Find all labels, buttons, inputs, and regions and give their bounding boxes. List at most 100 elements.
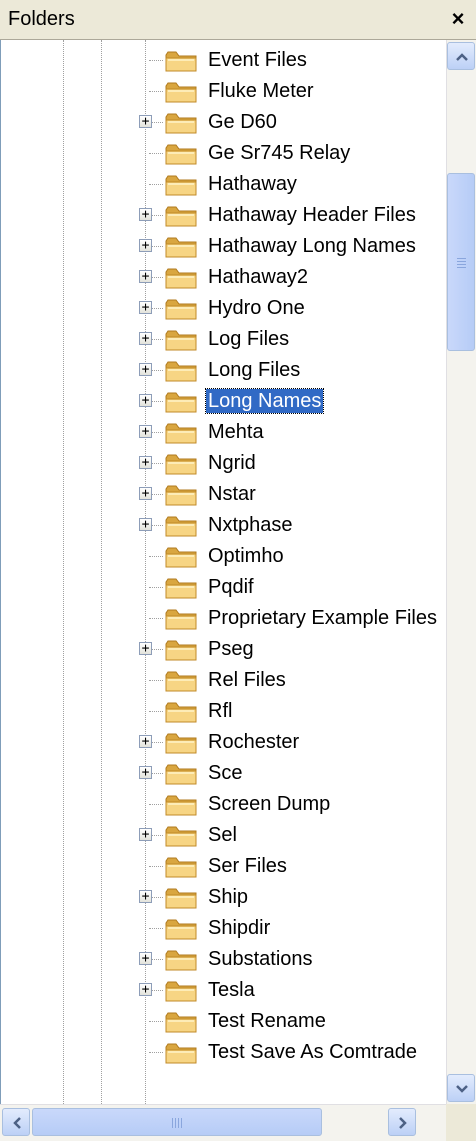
tree-item[interactable]: Pqdif (1, 572, 446, 603)
tree-item[interactable]: + Ngrid (1, 448, 446, 479)
folder-tree[interactable]: Event Files Fluke Meter + Ge D60 Ge Sr745 Re… (0, 40, 446, 1104)
tree-item[interactable]: + Nxtphase (1, 510, 446, 541)
tree-item[interactable]: + Hydro One (1, 293, 446, 324)
folder-icon (165, 826, 197, 847)
expand-icon[interactable]: + (139, 332, 152, 345)
expand-icon[interactable]: + (139, 270, 152, 283)
expand-icon[interactable]: + (139, 115, 152, 128)
expand-icon[interactable]: + (139, 890, 152, 903)
folder-label: Mehta (208, 421, 264, 443)
tree-item[interactable]: Proprietary Example Files (1, 603, 446, 634)
folder-icon (165, 392, 197, 413)
folder-label: Ser Files (208, 855, 287, 877)
expand-icon[interactable]: + (139, 301, 152, 314)
horizontal-scroll-thumb[interactable] (32, 1108, 322, 1136)
folder-icon (165, 268, 197, 289)
tree-item[interactable]: + Hathaway Long Names (1, 231, 446, 262)
tree-item[interactable]: + Long Names (1, 386, 446, 417)
folder-label: Test Save As Comtrade (208, 1041, 417, 1063)
scroll-down-arrow-icon (456, 1085, 468, 1093)
expand-icon[interactable]: + (139, 518, 152, 531)
vertical-scroll-thumb[interactable] (447, 173, 475, 351)
folder-label: Pqdif (208, 576, 254, 598)
scroll-down-button[interactable] (447, 1074, 475, 1102)
expand-icon[interactable]: + (139, 487, 152, 500)
vertical-scrollbar[interactable] (446, 40, 476, 1104)
expand-icon[interactable]: + (139, 983, 152, 996)
tree-item[interactable]: + Nstar (1, 479, 446, 510)
expand-icon[interactable]: + (139, 735, 152, 748)
tree-item[interactable]: + Log Files (1, 324, 446, 355)
tree-item[interactable]: + Hathaway Header Files (1, 200, 446, 231)
expand-icon[interactable]: + (139, 425, 152, 438)
close-icon[interactable]: × (446, 6, 470, 32)
thumb-grip (457, 267, 466, 268)
expand-icon[interactable]: + (139, 952, 152, 965)
folder-icon (165, 361, 197, 382)
tree-item[interactable]: Test Rename (1, 1006, 446, 1037)
folder-label: Optimho (208, 545, 284, 567)
folder-icon (165, 454, 197, 475)
scroll-up-arrow-icon (456, 53, 468, 61)
tree-item[interactable]: + Ge D60 (1, 107, 446, 138)
folder-label: Substations (208, 948, 313, 970)
expand-icon[interactable]: + (139, 239, 152, 252)
tree-item[interactable]: Rel Files (1, 665, 446, 696)
horizontal-scrollbar[interactable] (0, 1104, 446, 1141)
folder-label: Sel (208, 824, 237, 846)
tree-item[interactable]: + Substations (1, 944, 446, 975)
folder-label: Event Files (208, 49, 307, 71)
folder-icon (165, 299, 197, 320)
pane-title: Folders (8, 8, 75, 30)
tree-item[interactable]: Rfl (1, 696, 446, 727)
scroll-left-button[interactable] (2, 1108, 30, 1136)
folder-icon (165, 764, 197, 785)
tree-item[interactable]: + Mehta (1, 417, 446, 448)
scroll-right-button[interactable] (388, 1108, 416, 1136)
tree-item[interactable]: Ser Files (1, 851, 446, 882)
folder-icon (165, 113, 197, 134)
tree-item[interactable]: Shipdir (1, 913, 446, 944)
expand-icon[interactable]: + (139, 766, 152, 779)
folders-pane: Folders × Event Files Fluke Meter + Ge D60 G… (0, 0, 476, 1141)
tree-item[interactable]: + Tesla (1, 975, 446, 1006)
folder-icon (165, 671, 197, 692)
tree-connector-line (149, 91, 163, 92)
expand-icon[interactable]: + (139, 394, 152, 407)
expand-icon[interactable]: + (139, 208, 152, 221)
folder-label: Proprietary Example Files (208, 607, 437, 629)
expand-icon[interactable]: + (139, 642, 152, 655)
tree-item[interactable]: Screen Dump (1, 789, 446, 820)
tree-item[interactable]: Ge Sr745 Relay (1, 138, 446, 169)
tree-item[interactable]: Hathaway (1, 169, 446, 200)
thumb-grip (457, 261, 466, 262)
folder-icon (165, 1043, 197, 1064)
tree-item[interactable]: Optimho (1, 541, 446, 572)
scroll-up-button[interactable] (447, 42, 475, 70)
folder-label: Hathaway2 (208, 266, 309, 288)
tree-connector-line (149, 618, 163, 619)
tree-item[interactable]: Test Save As Comtrade (1, 1037, 446, 1068)
tree-item[interactable]: + Sce (1, 758, 446, 789)
folder-icon (165, 950, 197, 971)
tree-item[interactable]: + Sel (1, 820, 446, 851)
tree-item[interactable]: + Rochester (1, 727, 446, 758)
expand-icon[interactable]: + (139, 456, 152, 469)
tree-item[interactable]: + Hathaway2 (1, 262, 446, 293)
expand-icon[interactable]: + (139, 363, 152, 376)
tree-item[interactable]: + Ship (1, 882, 446, 913)
tree-item[interactable]: Event Files (1, 45, 446, 76)
folder-icon (165, 423, 197, 444)
expand-icon[interactable]: + (139, 828, 152, 841)
selected-folder-label: Long Names (204, 388, 325, 414)
tree-connector-line (149, 680, 163, 681)
folder-label: Ship (208, 886, 249, 908)
tree-item[interactable]: Fluke Meter (1, 76, 446, 107)
folder-icon (165, 795, 197, 816)
tree-item[interactable]: + Pseg (1, 634, 446, 665)
tree-item[interactable]: + Long Files (1, 355, 446, 386)
folder-label: Rochester (208, 731, 300, 753)
folder-label: Nstar (208, 483, 256, 505)
thumb-grip (175, 1118, 176, 1128)
thumb-grip (181, 1118, 182, 1128)
